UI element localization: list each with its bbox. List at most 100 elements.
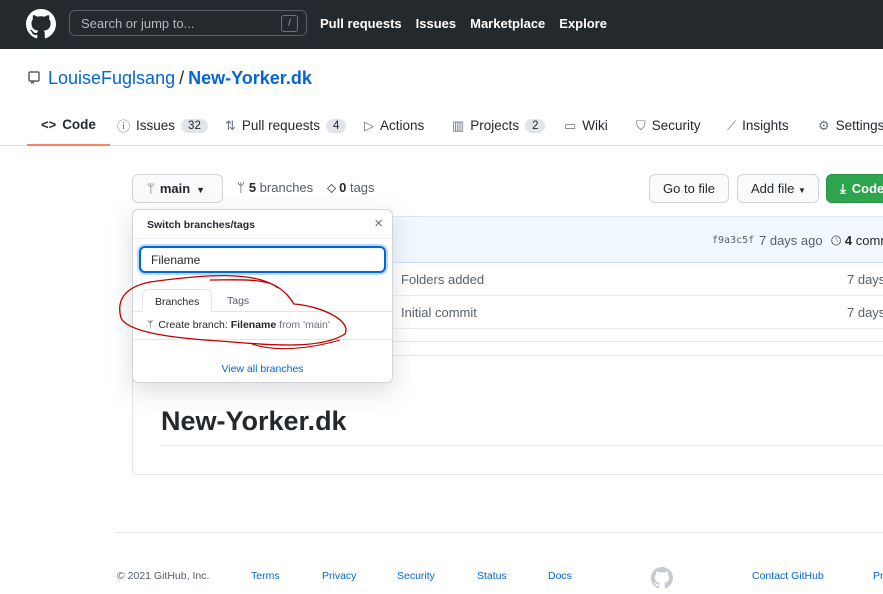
repo-owner-link[interactable]: LouiseFuglsang	[48, 68, 175, 88]
tab-settings[interactable]: ⚙ Settings	[804, 105, 883, 146]
create-branch-name: Filename	[230, 319, 277, 331]
tab-issues-label: Issues	[136, 118, 176, 133]
tab-insights-label: Insights	[742, 118, 789, 133]
footer-copyright: © 2021 GitHub, Inc.	[117, 570, 210, 582]
commits-link[interactable]: 🕓︎ 4 commits	[831, 233, 883, 249]
play-icon: ▷	[364, 117, 374, 133]
branch-icon: ᛘ	[147, 181, 155, 196]
dropdown-header: Switch branches/tags ×	[133, 210, 392, 239]
tab-tags[interactable]: Tags	[215, 289, 261, 312]
history-icon: 🕓︎	[831, 233, 842, 248]
tab-code[interactable]: <> Code	[27, 105, 110, 146]
tab-security[interactable]: ⛉ Security	[622, 105, 715, 146]
commit-message-link[interactable]: Folders added	[401, 272, 484, 287]
branches-label: branches	[259, 180, 314, 195]
branch-icon: ᛘ	[237, 180, 245, 195]
branch-dropdown: Switch branches/tags × Branches Tags ᛘ Cr…	[132, 209, 393, 383]
tab-wiki[interactable]: ▭ Wiki	[550, 105, 622, 146]
dropdown-divider	[133, 339, 392, 340]
tag-icon: ⬦	[327, 180, 337, 195]
readme-heading: New-Yorker.dk	[161, 406, 347, 436]
branch-name: main	[159, 181, 191, 196]
tab-branches[interactable]: Branches	[142, 289, 213, 312]
nav-explore[interactable]: Explore	[559, 16, 607, 31]
tab-settings-label: Settings	[835, 118, 883, 133]
gear-icon: ⚙	[818, 117, 830, 133]
github-logo-icon[interactable]	[651, 567, 673, 589]
create-branch-item[interactable]: ᛘ Create branch: Filename from 'main'	[147, 319, 330, 331]
branch-select-button[interactable]: ᛘ main ▼	[132, 174, 223, 203]
create-branch-from: from 'main'	[279, 319, 330, 331]
tab-pulls-label: Pull requests	[241, 118, 320, 133]
search-placeholder: Search or jump to...	[81, 16, 195, 31]
tags-count: 0	[339, 180, 347, 195]
book-icon: ▭	[564, 117, 577, 133]
commit-age: 7 days ago	[759, 233, 823, 248]
tab-actions[interactable]: ▷ Actions	[350, 105, 438, 146]
pull-request-icon: ⇅	[225, 117, 236, 133]
nav-pull-requests[interactable]: Pull requests	[320, 16, 402, 31]
code-button-label: Code	[851, 181, 883, 196]
tags-link[interactable]: ⬦ 0 tags	[327, 180, 375, 196]
footer-link-terms[interactable]: Terms	[251, 570, 280, 582]
issue-icon: ⓘ	[117, 119, 131, 134]
github-logo-icon[interactable]	[26, 9, 56, 39]
search-shortcut-key: /	[281, 15, 298, 32]
nav-marketplace[interactable]: Marketplace	[470, 16, 545, 31]
tab-actions-label: Actions	[380, 118, 425, 133]
readme-divider	[161, 445, 883, 446]
footer-divider	[116, 532, 883, 533]
footer-link-pricing[interactable]: Pricing	[873, 570, 883, 582]
branches-count: 5	[248, 180, 257, 195]
graph-icon: ⟋	[727, 117, 737, 133]
commits-count: 4	[844, 233, 853, 248]
view-all-branches-link[interactable]: View all branches	[133, 363, 392, 375]
repo-title: LouiseFuglsang / New-Yorker.dk	[28, 68, 312, 89]
tab-security-label: Security	[651, 118, 701, 133]
repo-icon	[28, 71, 40, 84]
pulls-counter: 4	[325, 118, 347, 133]
tab-wiki-label: Wiki	[582, 118, 608, 133]
dropdown-title: Switch branches/tags	[147, 219, 255, 231]
tab-projects-label: Projects	[470, 118, 520, 133]
top-nav: Pull requests Issues Marketplace Explore	[320, 16, 621, 31]
shield-icon: ⛉	[636, 117, 646, 133]
close-icon[interactable]: ×	[374, 215, 383, 232]
tab-pull-requests[interactable]: ⇅ Pull requests 4	[211, 105, 360, 146]
chevron-down-icon: ▼	[196, 185, 206, 195]
search-input[interactable]: Search or jump to... /	[69, 10, 307, 36]
chevron-down-icon: ▼	[798, 186, 806, 195]
code-download-button[interactable]: ⤓ Code	[826, 174, 883, 203]
file-age: 7 days ago	[847, 272, 883, 287]
repo-name-link[interactable]: New-Yorker.dk	[188, 68, 312, 88]
commits-label: commits	[855, 233, 883, 248]
create-branch-prefix: Create branch:	[158, 319, 228, 331]
branches-link[interactable]: ᛘ5 branches	[237, 180, 313, 195]
tab-insights[interactable]: ⟋ Insights	[713, 105, 803, 146]
tags-label: tags	[349, 180, 375, 195]
issues-counter: 32	[181, 118, 208, 133]
add-file-button[interactable]: Add file ▼	[737, 174, 819, 203]
file-age: 7 days ago	[847, 305, 883, 320]
commit-hash-link[interactable]: f9a3c5f	[712, 235, 754, 246]
repo-separator: /	[179, 68, 185, 88]
commit-message-link[interactable]: Initial commit	[401, 305, 477, 320]
tab-issues[interactable]: ⓘ Issues 32	[103, 105, 222, 146]
footer-link-contact[interactable]: Contact GitHub	[752, 570, 824, 582]
footer-link-docs[interactable]: Docs	[548, 570, 572, 582]
nav-issues[interactable]: Issues	[416, 16, 456, 31]
footer-link-privacy[interactable]: Privacy	[322, 570, 356, 582]
footer-link-security[interactable]: Security	[397, 570, 435, 582]
download-icon: ⤓	[840, 181, 846, 196]
footer-link-status[interactable]: Status	[477, 570, 507, 582]
go-to-file-button[interactable]: Go to file	[649, 174, 729, 203]
tab-code-label: Code	[62, 117, 96, 132]
dropdown-tabs: Branches Tags	[133, 289, 392, 312]
project-icon: ▥	[452, 117, 465, 133]
global-header: Search or jump to... / Pull requests Issu…	[0, 0, 883, 49]
branch-icon: ᛘ	[147, 319, 154, 331]
tab-projects[interactable]: ▥ Projects 2	[438, 105, 559, 146]
code-icon: <>	[41, 117, 57, 132]
projects-counter: 2	[525, 118, 546, 133]
branch-filter-input[interactable]	[139, 246, 386, 273]
